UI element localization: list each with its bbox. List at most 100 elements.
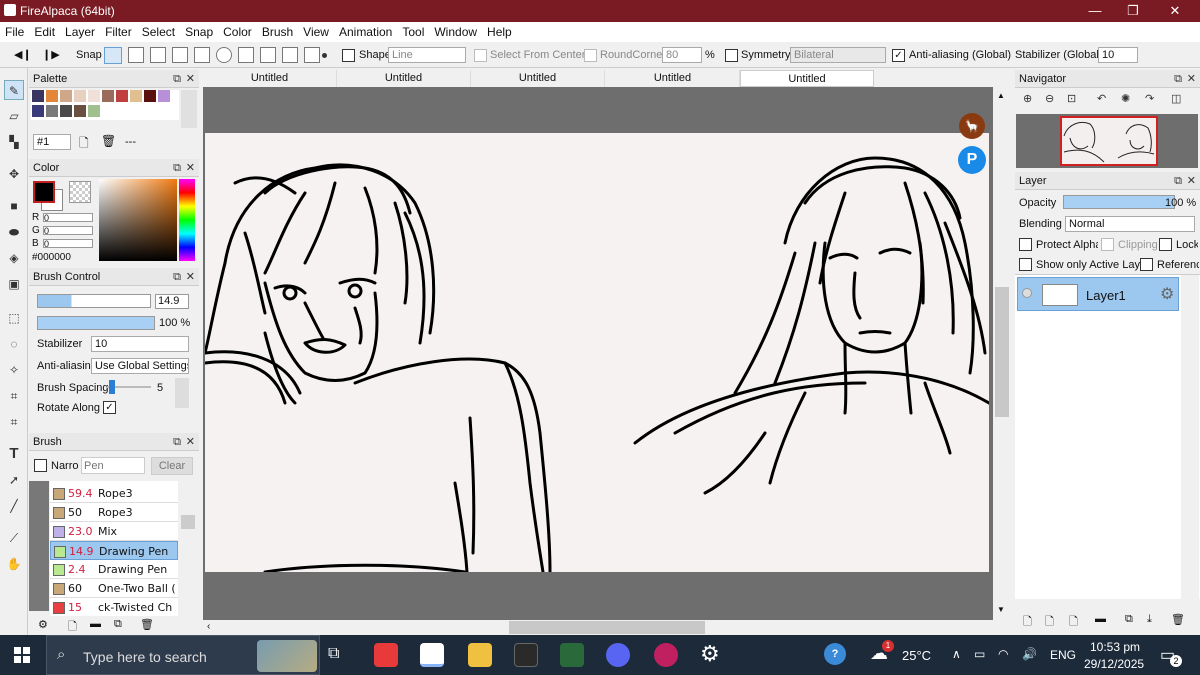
layer-float-icon[interactable]: ⧉ bbox=[1174, 172, 1182, 190]
brush-settings-icon[interactable]: ⚙ bbox=[38, 618, 48, 631]
help-icon[interactable]: ? bbox=[824, 643, 846, 665]
app-icon-5[interactable] bbox=[560, 643, 584, 667]
brush-list-item[interactable]: 50 Rope3 bbox=[50, 503, 178, 522]
navigator-float-icon[interactable]: ⧉ bbox=[1174, 70, 1182, 88]
tab-untitled-2[interactable]: Untitled bbox=[337, 70, 471, 87]
canvas-v-scrollbar[interactable]: ▲ ▼ bbox=[993, 87, 1011, 620]
palette-close-icon[interactable]: ✕ bbox=[186, 70, 195, 88]
r-slider[interactable]: 0 bbox=[43, 213, 93, 223]
app-icon-1[interactable] bbox=[374, 643, 398, 667]
eyedropper-tool-icon[interactable]: ⟋ bbox=[4, 528, 24, 548]
hex-value[interactable]: #000000 bbox=[32, 252, 71, 263]
maximize-icon[interactable]: ❐ bbox=[1114, 0, 1152, 22]
brush-control-scrollbar[interactable] bbox=[175, 378, 189, 408]
zoom-out-icon[interactable]: ⊖ bbox=[1045, 92, 1054, 105]
color-saturation-picker[interactable] bbox=[99, 179, 177, 261]
narrow-checkbox[interactable] bbox=[34, 459, 47, 472]
show-active-checkbox[interactable] bbox=[1019, 258, 1032, 271]
language-indicator[interactable]: ENG bbox=[1050, 648, 1076, 662]
rotate-left-icon[interactable]: ↶ bbox=[1097, 92, 1106, 105]
roundcorner-checkbox[interactable] bbox=[584, 49, 597, 62]
palette-swatch[interactable] bbox=[60, 105, 72, 117]
minimize-icon[interactable]: — bbox=[1076, 0, 1114, 22]
brush-list-item[interactable]: 14.9 Drawing Pen bbox=[50, 541, 178, 560]
palette-swatch[interactable] bbox=[88, 90, 100, 102]
brush-delete-icon[interactable]: 🗑 bbox=[140, 618, 154, 631]
palette-swatch[interactable] bbox=[158, 90, 170, 102]
palette-swatch[interactable] bbox=[60, 90, 72, 102]
scroll-down-icon[interactable]: ▼ bbox=[997, 605, 1005, 614]
tray-wifi-icon[interactable]: ◠ bbox=[998, 647, 1008, 661]
menu-edit[interactable]: Edit bbox=[29, 22, 60, 39]
brush-antialias-select[interactable]: Use Global Settings bbox=[91, 358, 189, 374]
layer-folder-icon[interactable]: ▬ bbox=[1095, 613, 1106, 625]
canvas-v-thumb[interactable] bbox=[995, 287, 1009, 417]
palette-new-icon[interactable]: 🗋 bbox=[79, 134, 89, 155]
snap-grid-icon[interactable] bbox=[172, 47, 188, 63]
select-tool-icon[interactable]: ⬚ bbox=[4, 308, 24, 328]
symmetry-checkbox[interactable] bbox=[725, 49, 738, 62]
palette-swatch[interactable] bbox=[74, 90, 86, 102]
layer-opacity-slider[interactable] bbox=[1063, 195, 1175, 209]
menu-view[interactable]: View bbox=[298, 22, 334, 39]
menu-select[interactable]: Select bbox=[137, 22, 180, 39]
hue-slider[interactable] bbox=[179, 179, 195, 261]
select-eraser-icon[interactable]: ⌗ bbox=[4, 412, 24, 432]
palette-swatch[interactable] bbox=[88, 105, 100, 117]
prev-frame-icon[interactable]: ◀❙ bbox=[14, 46, 32, 64]
brush-list-item[interactable]: 23.0 Mix bbox=[50, 522, 178, 541]
tab-untitled-3[interactable]: Untitled bbox=[471, 70, 605, 87]
palette-scrollbar[interactable] bbox=[181, 90, 197, 128]
canvas-h-thumb[interactable] bbox=[509, 621, 705, 634]
clock-time[interactable]: 10:53 pm bbox=[1090, 640, 1140, 654]
canvas-h-scrollbar[interactable]: ‹ bbox=[203, 620, 1011, 635]
duplicate-layer-icon[interactable]: ⧉ bbox=[1125, 613, 1133, 626]
alpaca-icon[interactable]: 🦙 bbox=[959, 113, 985, 139]
brush-tool-icon[interactable]: ✎ bbox=[4, 80, 24, 100]
roundcorner-input[interactable]: 80 bbox=[662, 47, 702, 63]
palette-swatch[interactable] bbox=[144, 90, 156, 102]
text-tool-icon[interactable]: T bbox=[4, 444, 24, 464]
menu-snap[interactable]: Snap bbox=[180, 22, 218, 39]
protect-alpha-checkbox[interactable] bbox=[1019, 238, 1032, 251]
select-pen-icon[interactable]: ⌗ bbox=[4, 386, 24, 406]
primary-color-swatch[interactable] bbox=[33, 181, 55, 203]
discord-icon[interactable] bbox=[606, 643, 630, 667]
fill-tool-icon[interactable]: ■ bbox=[4, 196, 24, 216]
layer-scrollbar[interactable] bbox=[1181, 275, 1199, 600]
menu-tool[interactable]: Tool bbox=[397, 22, 429, 39]
reference-checkbox[interactable] bbox=[1140, 258, 1153, 271]
tray-chevron-icon[interactable]: ∧ bbox=[952, 647, 961, 661]
palette-swatch[interactable] bbox=[130, 90, 142, 102]
clock-date[interactable]: 29/12/2025 bbox=[1084, 657, 1144, 671]
snap-perspective-icon[interactable] bbox=[260, 47, 276, 63]
navigator-close-icon[interactable]: ✕ bbox=[1187, 70, 1196, 88]
palette-swatch[interactable] bbox=[116, 90, 128, 102]
layer-visibility-icon[interactable] bbox=[1022, 288, 1032, 298]
brush-list-item[interactable]: 60 One-Two Ball ( bbox=[50, 579, 178, 598]
brush-size-slider[interactable] bbox=[37, 294, 151, 308]
snap-parallel-icon[interactable] bbox=[128, 47, 144, 63]
transparent-swatch[interactable] bbox=[69, 181, 91, 203]
clipping-checkbox[interactable] bbox=[1101, 238, 1114, 251]
next-frame-icon[interactable]: ❙▶ bbox=[42, 46, 60, 64]
delete-layer-icon[interactable]: 🗑 bbox=[1171, 613, 1185, 626]
layer-settings-icon[interactable]: ⚙ bbox=[1160, 284, 1174, 304]
settings-gear-icon[interactable]: ⚙ bbox=[700, 641, 720, 667]
layer-row-layer1[interactable]: Layer1 ⚙ bbox=[1017, 277, 1179, 311]
file-explorer-icon[interactable] bbox=[468, 643, 492, 667]
brush-list-item[interactable]: 59.4 Rope3 bbox=[50, 484, 178, 503]
divide-tool-icon[interactable]: ╱ bbox=[4, 496, 24, 516]
g-slider[interactable]: 0 bbox=[43, 226, 93, 236]
menu-color[interactable]: Color bbox=[218, 22, 257, 39]
lasso-tool-icon[interactable]: ◌ bbox=[4, 334, 24, 354]
zoom-in-icon[interactable]: ⊕ bbox=[1023, 92, 1032, 105]
menu-animation[interactable]: Animation bbox=[334, 22, 397, 39]
operation-tool-icon[interactable]: ➚ bbox=[4, 470, 24, 490]
new-layer-icon[interactable]: 🗋 bbox=[1023, 613, 1032, 632]
brush-list-thumb[interactable] bbox=[181, 515, 195, 529]
brush-opacity-slider[interactable] bbox=[37, 316, 155, 330]
b-slider[interactable]: 0 bbox=[43, 239, 93, 249]
gradient-fill-icon[interactable]: ▣ bbox=[4, 274, 24, 294]
magic-wand-icon[interactable]: ✧ bbox=[4, 360, 24, 380]
